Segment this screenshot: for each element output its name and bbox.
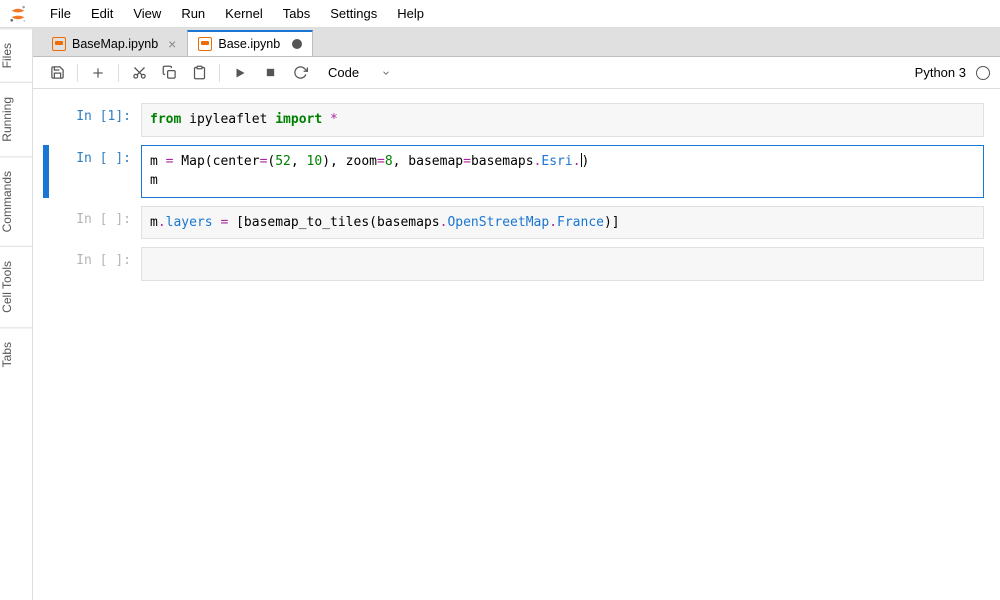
chevron-down-icon (381, 68, 391, 78)
sidebar-tab-tabs[interactable]: Tabs (0, 327, 32, 381)
save-button[interactable] (43, 61, 71, 85)
code-token: . (549, 215, 557, 230)
file-tab[interactable]: Base.ipynb (187, 30, 313, 56)
code-token: 8 (385, 154, 393, 169)
cell-input[interactable] (141, 247, 984, 281)
code-token: * (330, 112, 338, 127)
code-cell[interactable]: In [1]:from ipyleaflet import * (43, 103, 984, 137)
cell-prompt: In [ ]: (51, 145, 141, 198)
tab-label: Base.ipynb (218, 37, 280, 51)
menu-tabs[interactable]: Tabs (273, 3, 320, 24)
code-token: OpenStreetMap (447, 215, 549, 230)
menu-run[interactable]: Run (171, 3, 215, 24)
code-token: Map(center (173, 154, 259, 169)
jupyter-logo (8, 4, 28, 24)
notebook-panel[interactable]: In [1]:from ipyleaflet import *In [ ]:m … (33, 89, 1000, 600)
cell-gutter (43, 145, 49, 198)
code-token: import (275, 112, 322, 127)
sidebar-tab-cell-tools[interactable]: Cell Tools (0, 246, 32, 327)
tab-bar: BaseMap.ipynb × Base.ipynb (33, 28, 1000, 57)
code-token: )] (604, 215, 620, 230)
code-cell[interactable]: In [ ]: (43, 247, 984, 281)
code-token (322, 112, 330, 127)
code-token: 10 (307, 154, 323, 169)
cell-prompt: In [ ]: (51, 247, 141, 281)
code-token: , (291, 154, 307, 169)
code-token: [basemap_to_tiles(basemaps (228, 215, 439, 230)
code-token: from (150, 112, 181, 127)
sidebar-tab-running[interactable]: Running (0, 82, 32, 156)
code-token: ipyleaflet (181, 112, 275, 127)
cell-input[interactable]: m = Map(center=(52, 10), zoom=8, basemap… (141, 145, 984, 198)
code-token: France (557, 215, 604, 230)
menu-settings[interactable]: Settings (320, 3, 387, 24)
menu-help[interactable]: Help (387, 3, 434, 24)
notebook-icon (52, 37, 66, 51)
notebook-toolbar: Code Python 3 (33, 57, 1000, 89)
restart-button[interactable] (286, 61, 314, 85)
code-cell[interactable]: In [ ]:m.layers = [basemap_to_tiles(base… (43, 206, 984, 240)
cell-gutter (43, 206, 49, 240)
code-token: m (150, 154, 166, 169)
cell-input[interactable]: m.layers = [basemap_to_tiles(basemaps.Op… (141, 206, 984, 240)
toolbar-separator (219, 64, 220, 82)
cut-button[interactable] (125, 61, 153, 85)
sidebar-tab-files[interactable]: Files (0, 28, 32, 82)
menu-edit[interactable]: Edit (81, 3, 123, 24)
code-token: basemaps (471, 154, 534, 169)
cell-prompt: In [1]: (51, 103, 141, 137)
code-token: = (463, 154, 471, 169)
insert-cell-button[interactable] (84, 61, 112, 85)
tab-label: BaseMap.ipynb (72, 37, 158, 51)
toolbar-separator (77, 64, 78, 82)
code-token: ), zoom (322, 154, 377, 169)
cell-body (141, 247, 984, 281)
celltype-label: Code (328, 65, 359, 80)
toolbar-separator (118, 64, 119, 82)
cell-body: from ipyleaflet import * (141, 103, 984, 137)
cell-body: m = Map(center=(52, 10), zoom=8, basemap… (141, 145, 984, 198)
cell-gutter (43, 247, 49, 281)
paste-button[interactable] (185, 61, 213, 85)
notebook-icon (198, 37, 212, 51)
celltype-select[interactable]: Code (320, 62, 399, 84)
menu-file[interactable]: File (40, 3, 81, 24)
cell-prompt: In [ ]: (51, 206, 141, 240)
code-token: = (377, 154, 385, 169)
run-button[interactable] (226, 61, 254, 85)
cell-input[interactable]: from ipyleaflet import * (141, 103, 984, 137)
menu-kernel[interactable]: Kernel (215, 3, 273, 24)
kernel-name[interactable]: Python 3 (915, 65, 966, 80)
menubar: FileEditViewRunKernelTabsSettingsHelp (0, 0, 1000, 28)
sidebar-tab-commands[interactable]: Commands (0, 156, 32, 246)
code-token: m (150, 215, 158, 230)
code-cell[interactable]: In [ ]:m = Map(center=(52, 10), zoom=8, … (43, 145, 984, 198)
interrupt-button[interactable] (256, 61, 284, 85)
menu-view[interactable]: View (123, 3, 171, 24)
copy-button[interactable] (155, 61, 183, 85)
code-token: . (158, 215, 166, 230)
left-sidebar: FilesRunningCommandsCell ToolsTabs (0, 28, 33, 600)
kernel-status-icon[interactable] (976, 66, 990, 80)
app-root: FileEditViewRunKernelTabsSettingsHelp Fi… (0, 0, 1000, 600)
file-tab[interactable]: BaseMap.ipynb × (41, 30, 187, 56)
code-token: . (573, 154, 581, 169)
code-token: Esri (541, 154, 572, 169)
content-area: BaseMap.ipynb × Base.ipynb (33, 28, 1000, 600)
code-token: layers (166, 215, 213, 230)
close-icon[interactable]: × (168, 37, 176, 51)
code-token: 52 (275, 154, 291, 169)
main-area: FilesRunningCommandsCell ToolsTabs BaseM… (0, 28, 1000, 600)
cell-gutter (43, 103, 49, 137)
dirty-indicator-icon (292, 39, 302, 49)
code-token: , basemap (393, 154, 463, 169)
cell-body: m.layers = [basemap_to_tiles(basemaps.Op… (141, 206, 984, 240)
